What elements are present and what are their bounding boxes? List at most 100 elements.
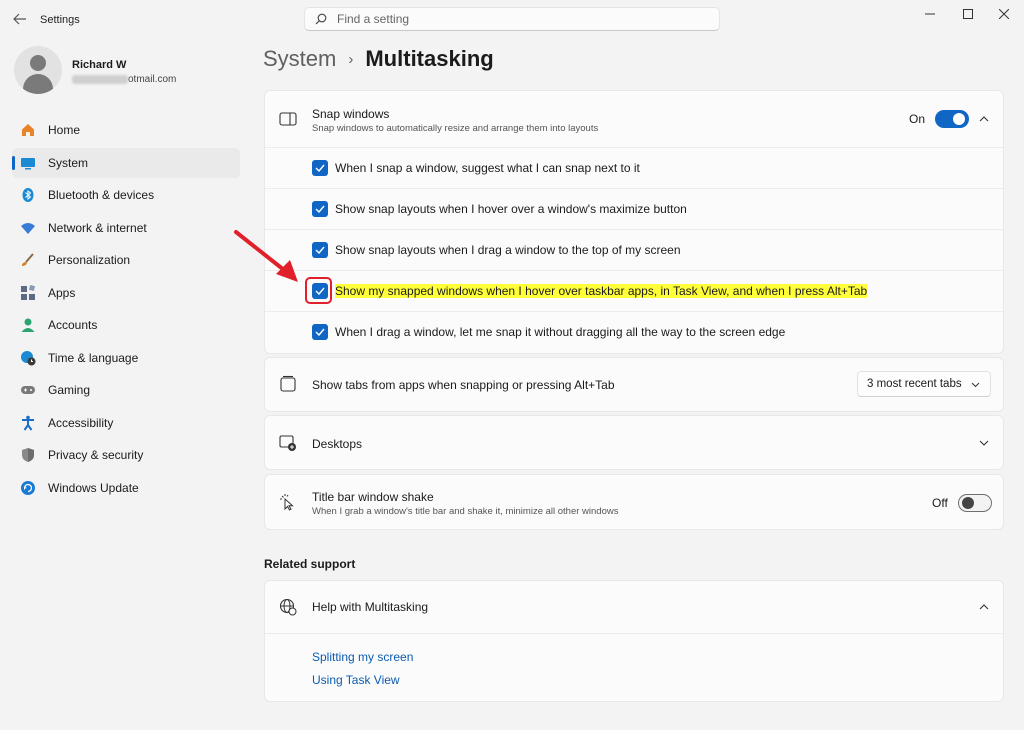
- gamepad-icon: [20, 382, 36, 398]
- snap-option-row[interactable]: Show snap layouts when I drag a window t…: [265, 229, 1003, 270]
- tabs-count-value: 3 most recent tabs: [867, 378, 962, 390]
- sidebar-item-bluetooth[interactable]: Bluetooth & devices: [12, 180, 240, 210]
- snap-option-row[interactable]: Show snap layouts when I hover over a wi…: [265, 188, 1003, 229]
- globe-clock-icon: [20, 350, 36, 366]
- annotation-arrow-icon: [234, 230, 298, 282]
- snap-option-checkbox[interactable]: [312, 201, 328, 217]
- snap-option-label: Show snap layouts when I hover over a wi…: [335, 202, 687, 216]
- tabs-count-select[interactable]: 3 most recent tabs: [857, 371, 991, 397]
- sidebar-nav: Home System Bluetooth & devices Network …: [12, 115, 240, 505]
- wifi-icon: [20, 220, 36, 236]
- sidebar-item-accounts[interactable]: Accounts: [12, 310, 240, 340]
- sidebar-item-time-language[interactable]: Time & language: [12, 343, 240, 373]
- maximize-icon[interactable]: [948, 2, 988, 26]
- annotation-highlight-box: [305, 277, 332, 304]
- snap-windows-header[interactable]: Snap windows Snap windows to automatical…: [265, 91, 1003, 147]
- shake-subtitle: When I grab a window's title bar and sha…: [312, 506, 619, 517]
- sidebar-item-label: Time & language: [48, 350, 139, 365]
- snap-toggle-label: On: [909, 112, 926, 126]
- title-bar: Settings: [0, 0, 1024, 40]
- sidebar-item-system[interactable]: System: [12, 147, 240, 178]
- close-icon[interactable]: [984, 2, 1024, 26]
- help-multitasking-title: Help with Multitasking: [312, 600, 429, 614]
- user-profile[interactable]: Richard W otmail.com: [14, 46, 244, 102]
- desktops-icon: [279, 434, 297, 452]
- related-support-heading: Related support: [264, 557, 356, 571]
- shield-icon: [20, 447, 36, 463]
- search-input[interactable]: [337, 12, 697, 26]
- snap-option-label: Show snap layouts when I drag a window t…: [335, 243, 681, 257]
- sidebar-item-label: Gaming: [48, 383, 91, 397]
- sidebar-item-home[interactable]: Home: [12, 115, 240, 145]
- snap-windows-subtitle: Snap windows to automatically resize and…: [312, 123, 599, 134]
- snap-windows-card: Snap windows Snap windows to automatical…: [264, 90, 1004, 354]
- breadcrumb-separator: ›: [348, 50, 354, 68]
- shake-toggle-label: Off: [932, 496, 948, 510]
- snap-option-checkbox[interactable]: [312, 242, 328, 258]
- brush-icon: [20, 252, 36, 268]
- sidebar-item-label: Windows Update: [48, 480, 139, 495]
- search-icon: [315, 13, 327, 25]
- sidebar-item-personalization[interactable]: Personalization: [12, 245, 240, 275]
- system-icon: [20, 155, 36, 171]
- tabs-window-icon: [279, 375, 297, 393]
- sidebar-item-label: Personalization: [48, 253, 131, 267]
- sidebar-item-windows-update[interactable]: Windows Update: [12, 473, 240, 503]
- app-title: Settings: [40, 14, 80, 26]
- avatar: [14, 46, 62, 94]
- sidebar-item-apps[interactable]: Apps: [12, 278, 240, 308]
- chevron-up-icon[interactable]: [977, 600, 991, 614]
- show-tabs-card: Show tabs from apps when snapping or pre…: [264, 357, 1004, 412]
- sidebar-item-label: Network & internet: [48, 220, 147, 235]
- sidebar-item-privacy[interactable]: Privacy & security: [12, 440, 240, 470]
- snap-option-row[interactable]: When I drag a window, let me snap it wit…: [265, 311, 1003, 352]
- chevron-down-icon[interactable]: [977, 436, 991, 450]
- sidebar-item-network[interactable]: Network & internet: [12, 213, 240, 243]
- help-multitasking-header[interactable]: Help with Multitasking: [265, 581, 1003, 633]
- apps-icon: [20, 284, 36, 301]
- shake-title: Title bar window shake: [312, 490, 434, 504]
- profile-email: otmail.com: [72, 74, 176, 85]
- sidebar-item-label: Privacy & security: [48, 448, 144, 462]
- accounts-icon: [20, 317, 36, 333]
- snap-option-row[interactable]: When I snap a window, suggest what I can…: [265, 147, 1003, 188]
- snap-option-label: When I snap a window, suggest what I can…: [335, 161, 640, 175]
- snap-windows-toggle[interactable]: [935, 110, 970, 128]
- link-using-task-view[interactable]: Using Task View: [312, 673, 400, 687]
- sidebar-item-gaming[interactable]: Gaming: [12, 375, 240, 405]
- chevron-up-icon[interactable]: [977, 112, 991, 126]
- sidebar-item-accessibility[interactable]: Accessibility: [12, 408, 240, 438]
- chevron-down-icon: [971, 379, 980, 391]
- snap-option-checkbox[interactable]: [312, 160, 328, 176]
- snap-option-checkbox[interactable]: [312, 324, 328, 340]
- sidebar-item-label: Bluetooth & devices: [48, 188, 155, 202]
- sidebar-item-label: Accounts: [48, 318, 98, 332]
- link-splitting-my-screen[interactable]: Splitting my screen: [312, 650, 413, 664]
- home-icon: [20, 122, 36, 138]
- desktops-card[interactable]: Desktops: [264, 415, 1004, 470]
- sidebar-item-label: System: [48, 155, 89, 170]
- breadcrumb-parent[interactable]: System: [263, 46, 336, 72]
- title-bar-shake-toggle[interactable]: [957, 494, 992, 512]
- snap-windows-icon: [279, 110, 297, 128]
- desktops-title: Desktops: [312, 437, 363, 451]
- sidebar-item-label: Accessibility: [48, 415, 114, 430]
- search-box[interactable]: [304, 7, 720, 31]
- bluetooth-icon: [20, 187, 36, 203]
- back-arrow-icon[interactable]: [10, 10, 30, 28]
- shake-cursor-icon: [279, 493, 297, 511]
- snap-windows-title: Snap windows: [312, 107, 390, 121]
- breadcrumb: System › Multitasking: [263, 46, 494, 72]
- minimize-icon[interactable]: [910, 2, 950, 26]
- snap-option-row[interactable]: Show my snapped windows when I hover ove…: [265, 270, 1003, 311]
- snap-option-label: When I drag a window, let me snap it wit…: [335, 325, 786, 339]
- accessibility-icon: [20, 415, 36, 431]
- snap-option-label-highlighted: Show my snapped windows when I hover ove…: [335, 284, 868, 298]
- profile-name: Richard W: [72, 59, 127, 71]
- page-title: Multitasking: [365, 46, 494, 71]
- title-bar-shake-card: Title bar window shake When I grab a win…: [264, 474, 1004, 530]
- globe-help-icon: [279, 598, 297, 616]
- sidebar-item-label: Home: [48, 123, 81, 137]
- update-icon: [20, 480, 36, 496]
- show-tabs-title: Show tabs from apps when snapping or pre…: [312, 378, 615, 392]
